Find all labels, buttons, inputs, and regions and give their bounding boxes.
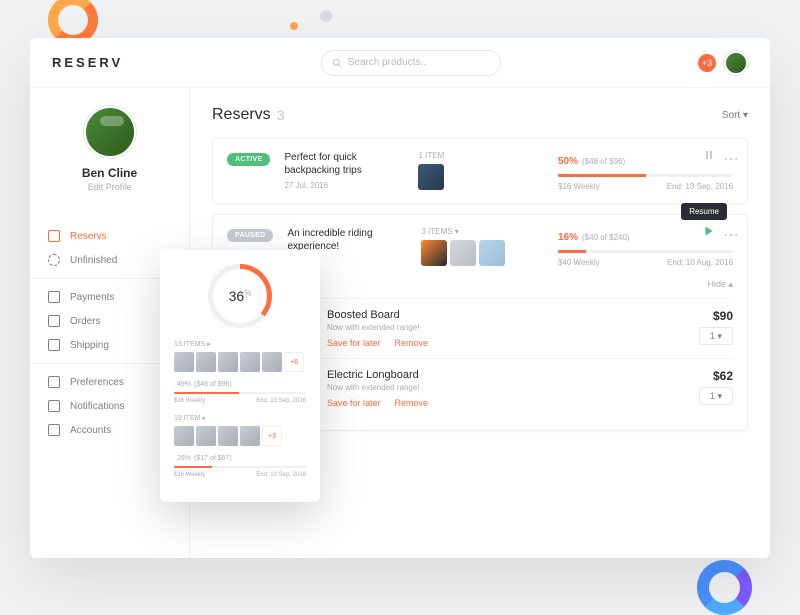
decoration-dot <box>290 22 298 30</box>
weekly-label: $16 Weekly <box>174 472 205 478</box>
notification-badge[interactable]: +3 <box>698 54 716 72</box>
pop-items-label[interactable]: 19 ITEM ▸ <box>174 414 306 422</box>
reserv-title[interactable]: Perfect for quick backpacking trips <box>284 151 404 177</box>
progress-sub: ($48 of $96) <box>582 157 625 166</box>
sidebar-item-label: Orders <box>70 316 101 327</box>
product-sub: Now with extended range! <box>327 323 699 332</box>
more-icon[interactable]: ⋯ <box>723 149 735 161</box>
product-price: $62 <box>699 369 733 383</box>
qty-dropdown[interactable]: 1 ▾ <box>699 327 733 345</box>
progress-pct: 50% <box>558 156 578 167</box>
pause-icon[interactable] <box>703 149 715 161</box>
avatar[interactable] <box>84 106 136 158</box>
items-label[interactable]: 3 ITEMS ▾ <box>421 227 505 236</box>
edit-profile-link[interactable]: Edit Profile <box>45 182 174 192</box>
search-placeholder: Search products.. <box>348 57 426 68</box>
sidebar-item-label: Accounts <box>70 425 111 436</box>
status-badge: PAUSED <box>227 229 273 242</box>
save-later-link[interactable]: Save for later <box>327 338 381 348</box>
decoration-dot <box>320 10 332 22</box>
avatar[interactable] <box>724 51 748 75</box>
end-label: End: 13 Sep, 2016 <box>256 472 306 478</box>
sidebar-item-label: Shipping <box>70 340 109 351</box>
weekly-label: $16 Weekly <box>558 182 600 191</box>
card-icon <box>48 291 60 303</box>
end-label: End: 10 Aug, 2016 <box>667 258 733 267</box>
sidebar-item-label: Unfinished <box>70 255 117 266</box>
grid-icon <box>48 424 60 436</box>
remove-link[interactable]: Remove <box>395 398 429 408</box>
save-later-link[interactable]: Save for later <box>327 398 381 408</box>
bell-icon <box>48 400 60 412</box>
sidebar-item-reservs[interactable]: Reservs <box>30 224 189 248</box>
progress-bar <box>174 466 306 468</box>
page-title: Reservs <box>212 106 271 124</box>
progress-ring: 36% <box>208 264 272 328</box>
sidebar-item-label: Reservs <box>70 231 107 242</box>
unfinished-icon <box>48 254 60 266</box>
app-window: RESERV Search products.. +3 Ben Cline Ed… <box>30 38 770 558</box>
progress-bar <box>558 174 733 177</box>
profile-block: Ben Cline Edit Profile <box>30 106 189 210</box>
progress-sub: ($40 of $240) <box>582 233 630 242</box>
item-thumb[interactable] <box>240 426 260 446</box>
sidebar-item-label: Payments <box>70 292 114 303</box>
more-items[interactable]: +3 <box>262 426 282 446</box>
product-price: $90 <box>699 309 733 323</box>
item-thumb[interactable] <box>218 352 238 372</box>
more-icon[interactable]: ⋯ <box>723 225 735 237</box>
clipboard-icon <box>48 315 60 327</box>
pop-pct: 29%($17 of $67) <box>174 452 306 462</box>
sidebar-item-label: Preferences <box>70 377 124 388</box>
remove-link[interactable]: Remove <box>395 338 429 348</box>
end-label: End: 13 Sep, 2016 <box>256 398 306 404</box>
items-label: 1 ITEM <box>418 151 444 160</box>
sort-dropdown[interactable]: Sort ▾ <box>722 110 748 121</box>
item-thumb[interactable] <box>450 240 476 266</box>
search-input[interactable]: Search products.. <box>321 50 501 76</box>
item-thumb[interactable] <box>240 352 260 372</box>
qty-dropdown[interactable]: 1 ▾ <box>699 387 733 405</box>
reserv-card: ACTIVE Perfect for quick backpacking tri… <box>212 138 748 204</box>
logo[interactable]: RESERV <box>52 55 123 70</box>
progress-bar <box>174 392 306 394</box>
truck-icon <box>48 339 60 351</box>
reserv-date: 27 Jul, 2016 <box>284 181 404 190</box>
item-thumb[interactable] <box>262 352 282 372</box>
tooltip: Resume <box>681 203 727 220</box>
end-label: End: 13 Sep, 2016 <box>667 182 733 191</box>
search-icon <box>332 58 342 68</box>
pop-items-label[interactable]: 13 ITEMS ▸ <box>174 340 306 348</box>
item-thumb[interactable] <box>218 426 238 446</box>
status-badge: ACTIVE <box>227 153 270 166</box>
item-thumb[interactable] <box>196 426 216 446</box>
weekly-label: $40 Weekly <box>558 258 600 267</box>
more-items[interactable]: +6 <box>284 352 304 372</box>
play-icon[interactable] <box>703 225 715 237</box>
reservs-icon <box>48 230 60 242</box>
item-thumb[interactable] <box>174 352 194 372</box>
item-thumb[interactable] <box>479 240 505 266</box>
progress-pct: 16% <box>558 232 578 243</box>
topbar: RESERV Search products.. +3 <box>30 38 770 88</box>
ring-value: 36% <box>229 288 252 304</box>
progress-bar <box>558 250 733 253</box>
summary-popover: 36% 13 ITEMS ▸ +6 49%($48 of $96) $16 We… <box>160 250 320 502</box>
item-thumb[interactable] <box>418 164 444 190</box>
product-name[interactable]: Electric Longboard <box>327 369 699 381</box>
item-thumb[interactable] <box>174 426 194 446</box>
item-thumb[interactable] <box>421 240 447 266</box>
sidebar-item-label: Notifications <box>70 401 124 412</box>
username: Ben Cline <box>45 166 174 180</box>
weekly-label: $16 Weekly <box>174 398 205 404</box>
item-thumb[interactable] <box>196 352 216 372</box>
pop-pct: 49%($48 of $96) <box>174 378 306 388</box>
page-count: 3 <box>277 107 285 123</box>
decoration-ring <box>697 560 752 615</box>
lock-icon <box>48 376 60 388</box>
product-name[interactable]: Boosted Board <box>327 309 699 321</box>
product-sub: Now with extended range! <box>327 383 699 392</box>
